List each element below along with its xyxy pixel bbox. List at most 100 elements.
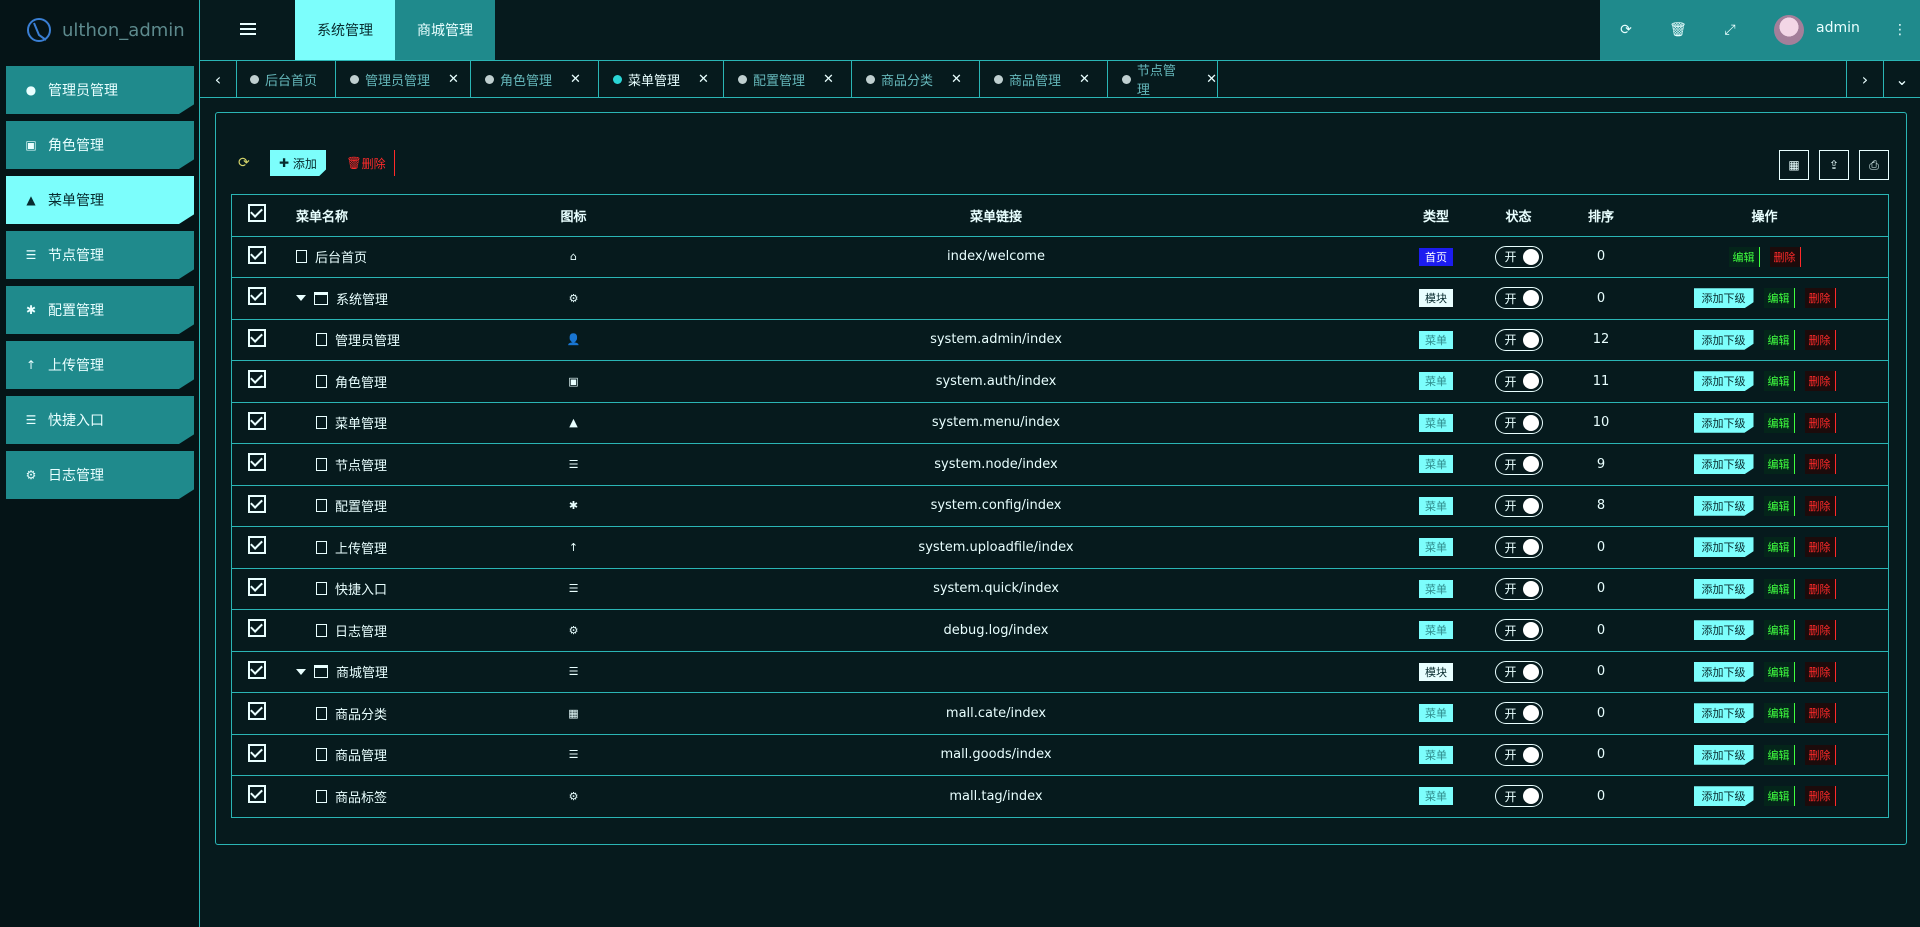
page-tab-3[interactable]: 菜单管理 ✕ [599,61,724,97]
close-icon[interactable]: ✕ [823,72,834,87]
fullscreen-icon[interactable]: ⤢ [1720,20,1740,40]
delete-row-button[interactable]: 删除 [1804,703,1836,724]
delete-row-button[interactable]: 删除 [1804,371,1836,392]
page-tab-4[interactable]: 配置管理 ✕ [724,61,852,97]
row-checkbox[interactable] [248,785,266,804]
row-checkbox[interactable] [248,287,266,306]
more-vertical-icon[interactable]: ⋮ [1890,20,1910,40]
row-checkbox[interactable] [248,494,266,513]
page-tab-0[interactable]: 后台首页 [236,61,336,97]
status-toggle[interactable]: 开 [1494,287,1543,310]
menu-toggle-icon[interactable] [240,22,256,36]
close-icon[interactable]: ✕ [1206,72,1217,87]
status-toggle[interactable]: 开 [1494,536,1543,559]
status-toggle[interactable]: 开 [1494,328,1543,351]
close-icon[interactable]: ✕ [570,72,581,87]
edit-button[interactable]: 编辑 [1763,578,1795,599]
sidebar-item-7[interactable]: ⚙ 日志管理 [6,451,194,499]
add-sub-button[interactable]: 添加下级 [1693,288,1754,309]
delete-row-button[interactable]: 删除 [1804,329,1836,350]
delete-row-button[interactable]: 删除 [1804,288,1836,309]
status-toggle[interactable]: 开 [1494,370,1543,393]
add-sub-button[interactable]: 添加下级 [1693,412,1754,433]
tabs-right-icon[interactable]: › [1846,61,1884,97]
add-sub-button[interactable]: 添加下级 [1693,495,1754,516]
status-toggle[interactable]: 开 [1494,411,1543,434]
delete-row-button[interactable]: 删除 [1804,537,1836,558]
delete-row-button[interactable]: 删除 [1804,661,1836,682]
status-toggle[interactable]: 开 [1494,702,1543,725]
page-tab-2[interactable]: 角色管理 ✕ [471,61,599,97]
page-tab-6[interactable]: 商品管理 ✕ [980,61,1108,97]
status-toggle[interactable]: 开 [1494,660,1543,683]
status-toggle[interactable]: 开 [1494,785,1543,808]
close-icon[interactable]: ✕ [951,72,962,87]
status-toggle[interactable]: 开 [1494,577,1543,600]
edit-button[interactable]: 编辑 [1763,329,1795,350]
row-checkbox[interactable] [248,370,266,389]
sidebar-item-4[interactable]: ✱ 配置管理 [6,286,194,334]
add-sub-button[interactable]: 添加下级 [1693,703,1754,724]
sidebar-item-1[interactable]: ▣ 角色管理 [6,121,194,169]
edit-button[interactable]: 编辑 [1763,412,1795,433]
row-checkbox[interactable] [248,328,266,347]
close-icon[interactable]: ✕ [448,72,459,87]
tab-mall-management[interactable]: 商城管理 [395,0,495,60]
print-icon[interactable]: ⎙ [1859,150,1889,180]
sidebar-item-0[interactable]: ● 管理员管理 [6,66,194,114]
export-icon[interactable]: ⇪ [1819,150,1849,180]
status-toggle[interactable]: 开 [1494,743,1543,766]
delete-row-button[interactable]: 删除 [1804,412,1836,433]
add-button[interactable]: ✚ 添加 [270,150,326,176]
refresh-icon[interactable]: ⟳ [1616,20,1636,40]
edit-button[interactable]: 编辑 [1728,246,1760,267]
add-sub-button[interactable]: 添加下级 [1693,744,1754,765]
edit-button[interactable]: 编辑 [1763,495,1795,516]
delete-row-button[interactable]: 删除 [1804,620,1836,641]
avatar[interactable] [1774,15,1804,45]
delete-row-button[interactable]: 删除 [1804,786,1836,807]
expand-icon[interactable] [296,295,306,302]
edit-button[interactable]: 编辑 [1763,620,1795,641]
expand-icon[interactable] [296,668,306,675]
close-icon[interactable]: ✕ [698,72,709,87]
delete-row-button[interactable]: 删除 [1804,578,1836,599]
add-sub-button[interactable]: 添加下级 [1693,371,1754,392]
row-checkbox[interactable] [248,743,266,762]
delete-row-button[interactable]: 删除 [1804,454,1836,475]
add-sub-button[interactable]: 添加下级 [1693,329,1754,350]
row-checkbox[interactable] [248,619,266,638]
select-all-checkbox[interactable] [248,204,266,223]
user-name[interactable]: admin [1816,20,1860,36]
row-checkbox[interactable] [248,453,266,472]
row-checkbox[interactable] [248,245,266,264]
add-sub-button[interactable]: 添加下级 [1693,786,1754,807]
trash-icon[interactable]: 🗑 [1668,20,1688,40]
status-toggle[interactable]: 开 [1494,619,1543,642]
table-refresh-icon[interactable]: ⟳ [238,150,256,176]
sidebar-item-2[interactable]: ▲ 菜单管理 [6,176,194,224]
edit-button[interactable]: 编辑 [1763,288,1795,309]
sidebar-item-5[interactable]: ↑ 上传管理 [6,341,194,389]
edit-button[interactable]: 编辑 [1763,661,1795,682]
edit-button[interactable]: 编辑 [1763,371,1795,392]
tabs-left-icon[interactable]: ‹ [200,61,237,97]
add-sub-button[interactable]: 添加下级 [1693,537,1754,558]
page-tab-7[interactable]: 节点管理 ✕ [1108,61,1218,98]
delete-button[interactable]: 🗑 删除 [338,150,395,176]
edit-button[interactable]: 编辑 [1763,703,1795,724]
add-sub-button[interactable]: 添加下级 [1693,578,1754,599]
row-checkbox[interactable] [248,702,266,721]
edit-button[interactable]: 编辑 [1763,786,1795,807]
sidebar-item-3[interactable]: ☰ 节点管理 [6,231,194,279]
add-sub-button[interactable]: 添加下级 [1693,620,1754,641]
status-toggle[interactable]: 开 [1494,494,1543,517]
tabs-dropdown-icon[interactable]: ⌄ [1884,61,1920,97]
delete-row-button[interactable]: 删除 [1804,495,1836,516]
edit-button[interactable]: 编辑 [1763,454,1795,475]
tab-system-management[interactable]: 系统管理 [295,0,395,60]
edit-button[interactable]: 编辑 [1763,744,1795,765]
row-checkbox[interactable] [248,411,266,430]
row-checkbox[interactable] [248,536,266,555]
page-tab-1[interactable]: 管理员管理 ✕ [336,61,471,97]
